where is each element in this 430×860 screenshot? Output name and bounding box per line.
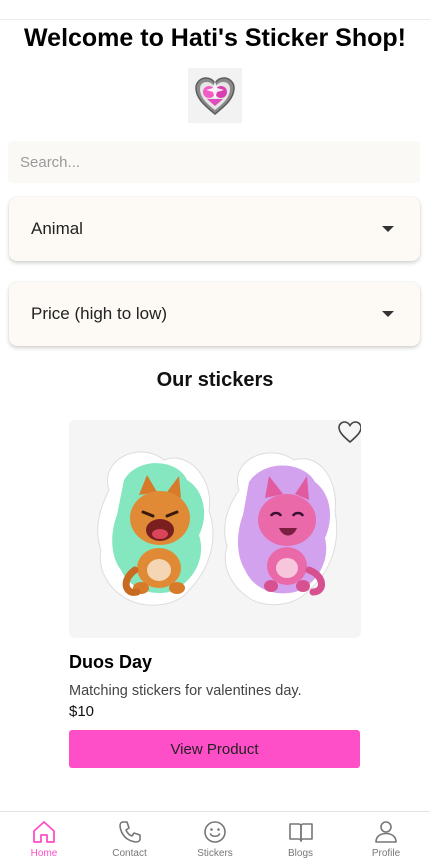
- product-price: $10: [69, 703, 95, 720]
- bottom-navigation: Home Contact Stickers Blogs Profile: [0, 811, 430, 860]
- page-title: Welcome to Hati's Sticker Shop!: [24, 24, 406, 52]
- nav-label-stickers: Stickers: [197, 848, 233, 859]
- category-select-value: Animal: [31, 219, 83, 238]
- view-product-button[interactable]: View Product: [69, 730, 360, 768]
- nav-item-contact[interactable]: Contact: [94, 812, 166, 860]
- nav-label-profile: Profile: [371, 848, 401, 859]
- nav-label-contact: Contact: [112, 848, 147, 859]
- product-image[interactable]: [69, 420, 361, 638]
- top-divider: [0, 0, 430, 20]
- product-title: Duos Day: [69, 652, 153, 672]
- category-select[interactable]: Animal: [9, 197, 420, 261]
- nav-item-profile[interactable]: Profile: [350, 812, 422, 860]
- product-description: Matching stickers for valentines day.: [69, 683, 302, 699]
- search-input[interactable]: [8, 141, 420, 183]
- home-icon: [33, 821, 55, 843]
- nav-label-blogs: Blogs: [287, 848, 313, 859]
- shop-logo: [188, 68, 242, 123]
- phone-icon: [118, 821, 141, 843]
- nav-label-home: Home: [30, 848, 58, 859]
- nav-item-blogs[interactable]: Blogs: [265, 812, 337, 860]
- nav-item-home[interactable]: Home: [8, 812, 80, 860]
- favorite-heart-icon[interactable]: [335, 420, 361, 447]
- caret-down-icon: [382, 311, 394, 317]
- sort-select[interactable]: Price (high to low): [9, 282, 420, 346]
- smiley-icon: [204, 821, 226, 843]
- product-card: Duos Day Matching stickers for valentine…: [69, 420, 361, 768]
- heart-logo-icon: [195, 76, 235, 115]
- person-icon: [375, 821, 397, 843]
- sort-select-value: Price (high to low): [31, 304, 168, 323]
- sticker-illustration: [97, 451, 338, 606]
- nav-item-stickers[interactable]: Stickers: [179, 812, 251, 860]
- caret-down-icon: [382, 226, 394, 232]
- section-heading: Our stickers: [156, 369, 274, 391]
- book-icon: [288, 823, 313, 842]
